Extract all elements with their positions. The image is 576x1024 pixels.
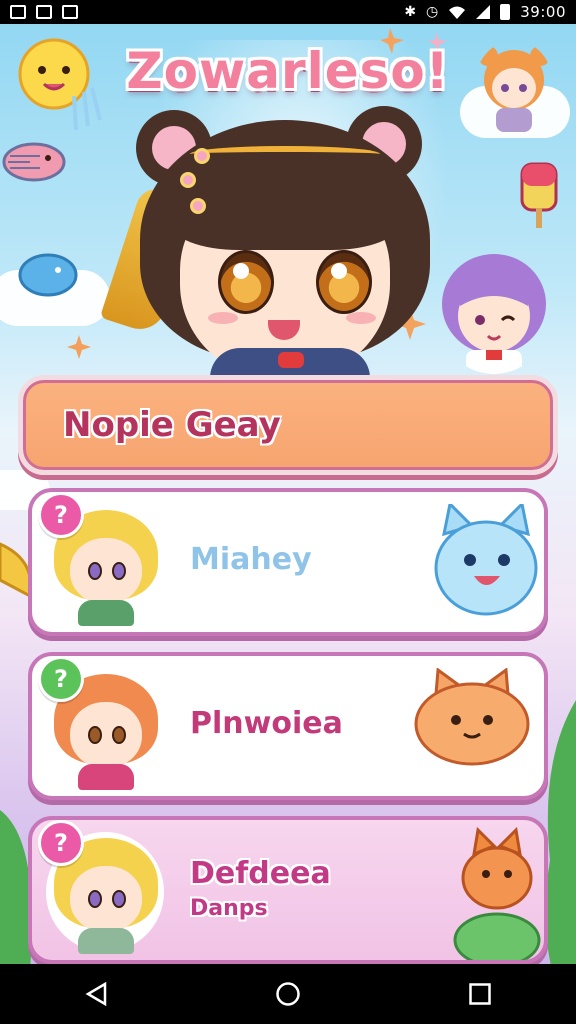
character-card-3[interactable]: ? Defdeea Danps [28,816,548,964]
question-badge-icon: ? [38,820,84,866]
character-name: Plnwoiea [190,706,343,741]
back-icon [85,982,107,1006]
home-button[interactable] [258,969,318,1019]
notification-icon [10,5,26,19]
character-card-2[interactable]: ? Plnwoiea [28,652,548,800]
orange-cat-pet [414,668,530,766]
status-left [10,5,78,19]
recents-icon [469,983,491,1005]
purple-hair-character [442,254,546,374]
status-bar: ✱ ◷ 39:00 [0,0,576,24]
primary-banner-button[interactable]: Nopie Geay [18,375,558,475]
fish-icon [2,142,66,182]
system-nav-bar [0,964,576,1024]
character-card-1[interactable]: ? Miahey [28,488,548,636]
alarm-icon: ◷ [426,4,439,20]
blue-blob-icon [18,253,78,297]
image-notification-icon [36,5,52,19]
wifi-icon [449,6,466,19]
primary-banner-label: Nopie Geay [63,405,281,445]
question-badge-icon: ? [38,656,84,702]
popsicle-icon [520,162,558,228]
home-icon [276,982,300,1006]
back-button[interactable] [66,969,126,1019]
character-subtitle: Danps [190,896,268,921]
bear-girl-character [478,46,550,132]
status-right: ✱ ◷ 39:00 [404,3,566,21]
battery-icon [500,4,511,20]
character-name: Miahey [190,542,312,577]
bluetooth-icon: ✱ [404,4,417,20]
signal-icon [476,5,491,19]
blue-cat-pet [434,504,538,616]
question-badge-icon: ? [38,492,84,538]
star-small-icon [67,335,91,359]
app-notification-icon [62,5,78,19]
character-name: Defdeea [190,856,331,891]
status-time: 39:00 [520,3,566,21]
fox-frog-pet [453,826,541,960]
recents-button[interactable] [450,969,510,1019]
hero-character [99,100,450,388]
